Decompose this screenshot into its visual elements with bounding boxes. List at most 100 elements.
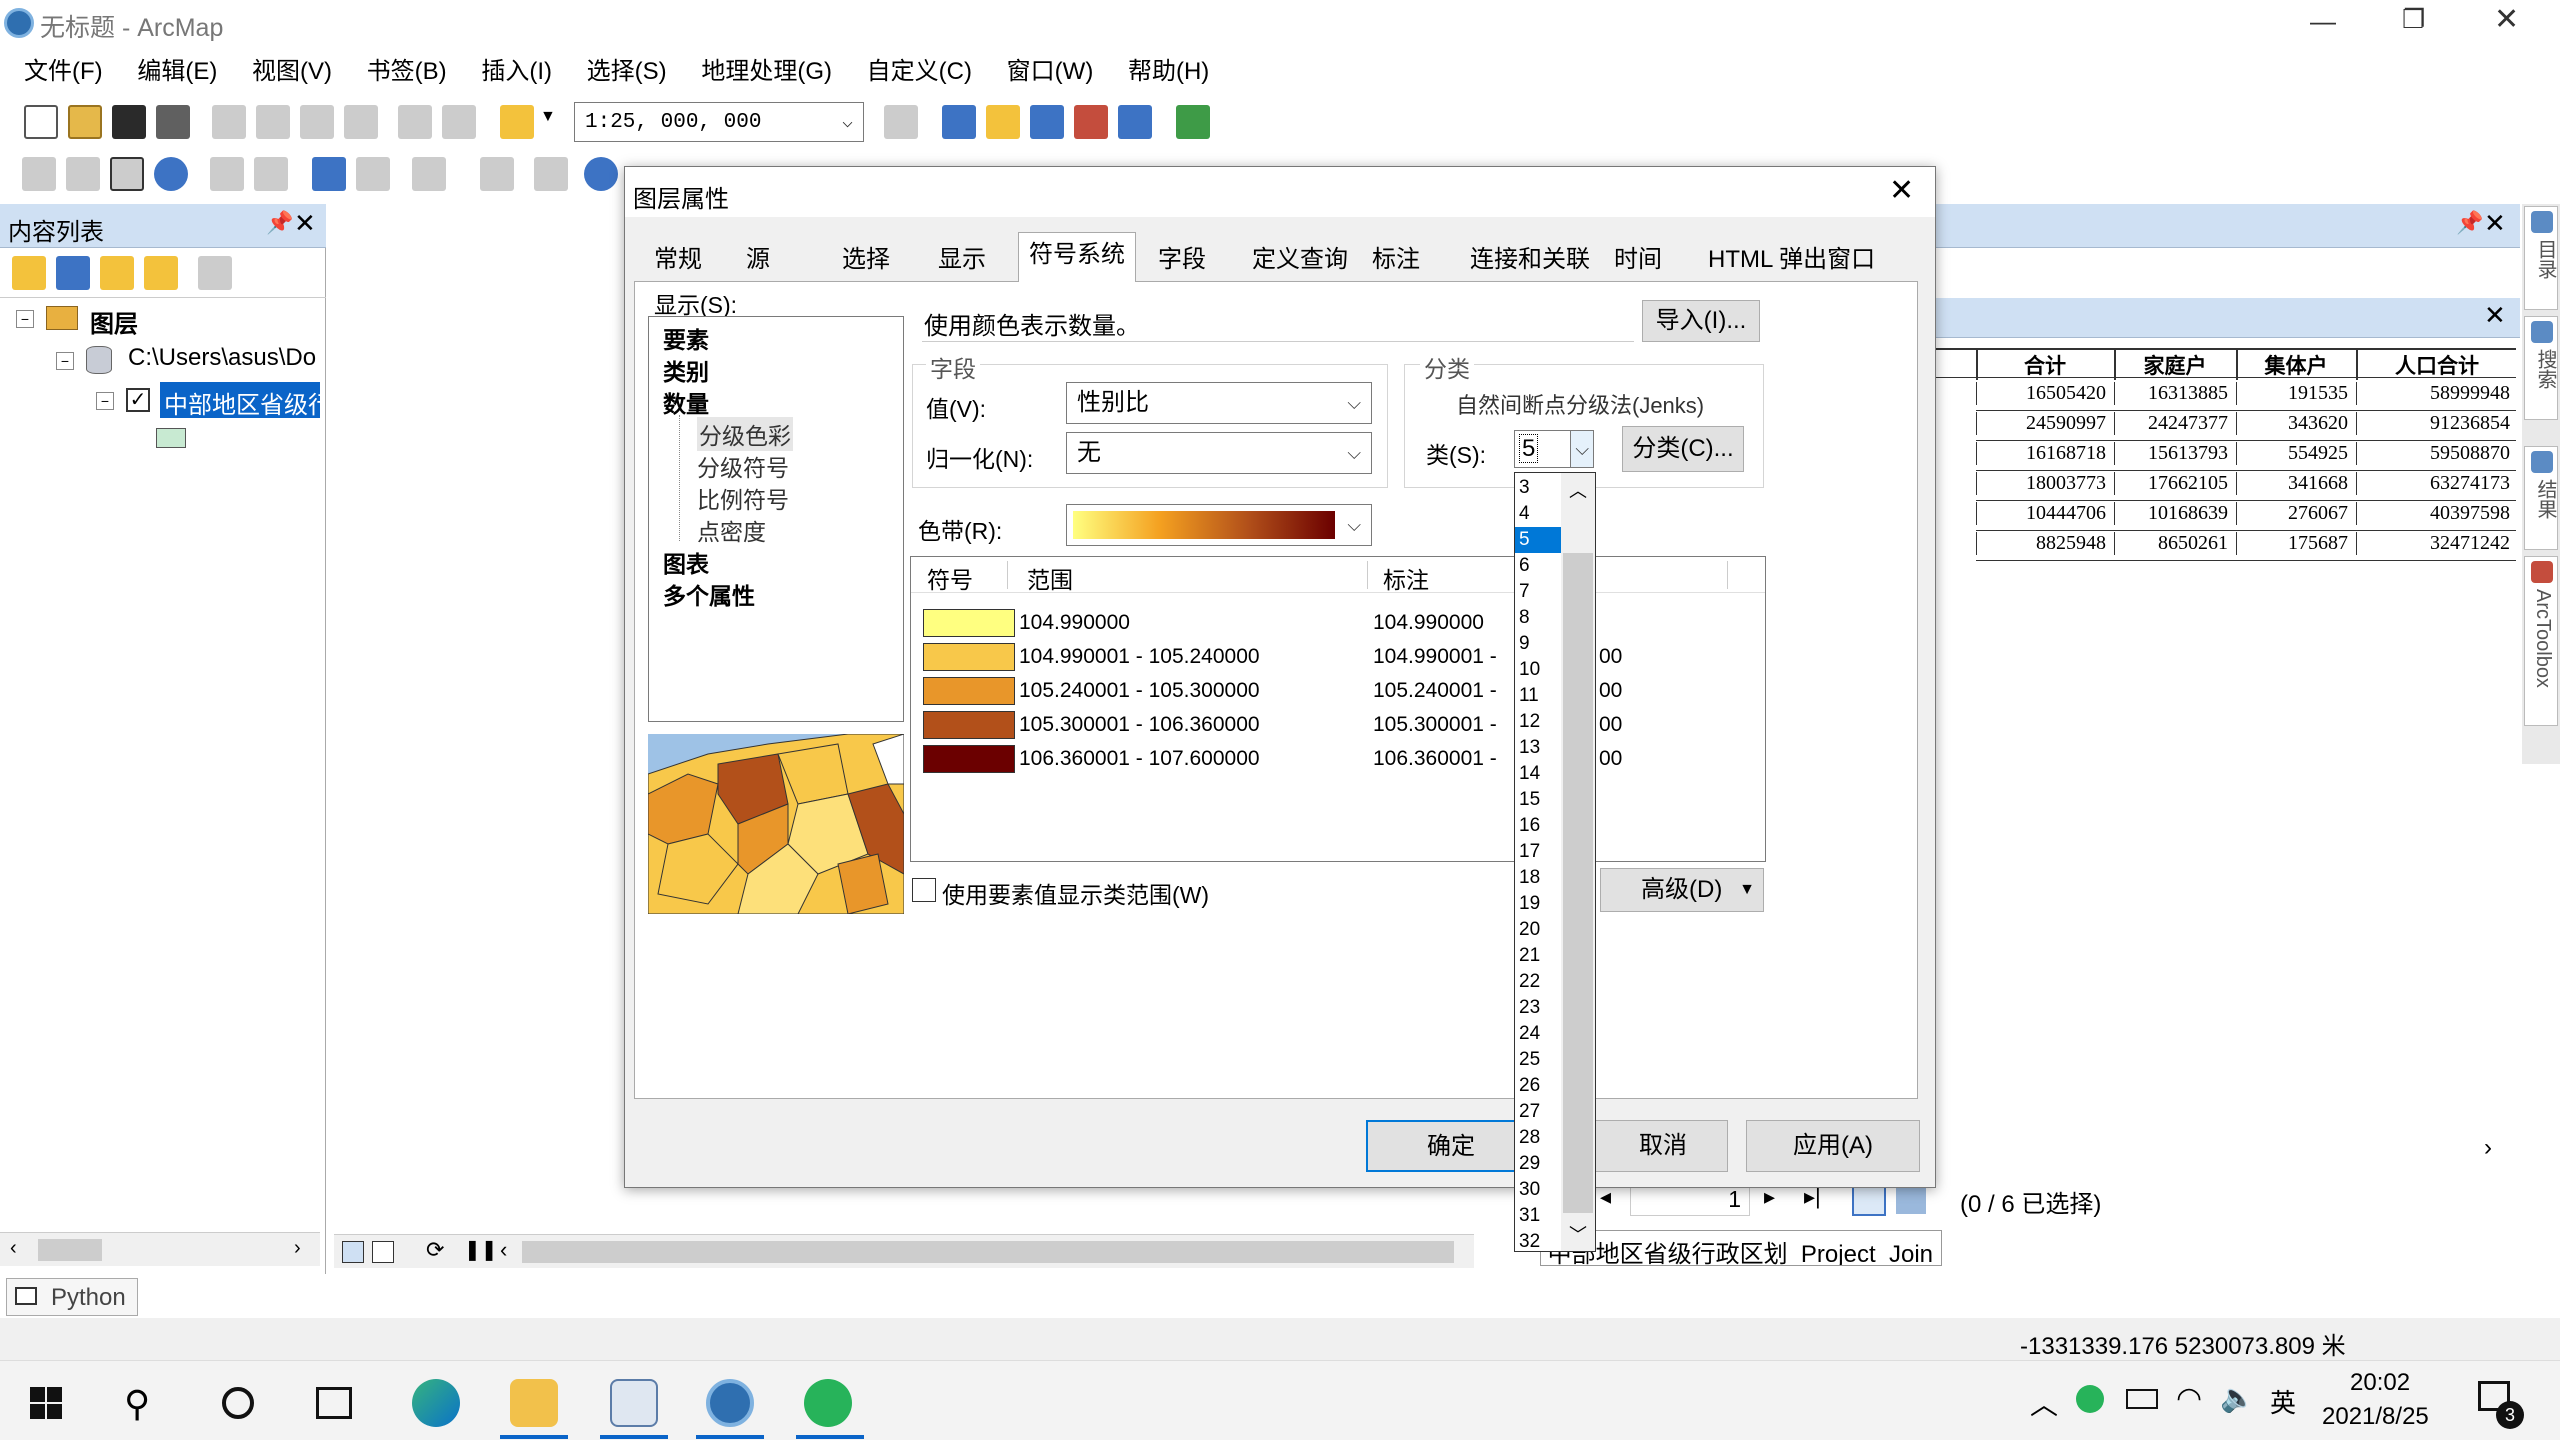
ime-indicator[interactable]: 英 bbox=[2270, 1383, 2296, 1420]
column-header[interactable]: 合计 bbox=[1976, 350, 2112, 380]
class-symbol-swatch[interactable] bbox=[923, 609, 1015, 637]
dropdown-option[interactable]: 25 bbox=[1515, 1047, 1561, 1073]
tree-multiple-attributes[interactable]: 多个属性 bbox=[663, 577, 755, 611]
renderer-tree[interactable]: 要素 类别 数量 分级色彩 分级符号 比例符号 点密度 图表 多个属性 bbox=[648, 316, 904, 722]
list-by-drawing-order-icon[interactable] bbox=[12, 256, 46, 290]
wechat-tray-icon[interactable] bbox=[2076, 1385, 2104, 1413]
close-icon[interactable]: ✕ bbox=[294, 208, 316, 239]
dropdown-option[interactable]: 12 bbox=[1515, 709, 1561, 735]
tree-dot-density[interactable]: 点密度 bbox=[697, 513, 766, 547]
restore-button[interactable]: ❐ bbox=[2402, 4, 2425, 35]
dropdown-option[interactable]: 30 bbox=[1515, 1177, 1561, 1203]
apply-button[interactable]: 应用(A) bbox=[1746, 1120, 1920, 1172]
scroll-thumb[interactable] bbox=[38, 1239, 102, 1261]
dropdown-option[interactable]: 18 bbox=[1515, 865, 1561, 891]
expand-icon[interactable]: − bbox=[96, 392, 114, 410]
dropdown-option[interactable]: 9 bbox=[1515, 631, 1561, 657]
arcmap-taskbar-icon[interactable] bbox=[706, 1379, 754, 1427]
pin-icon[interactable]: 📌 bbox=[2456, 210, 2483, 236]
save-icon[interactable] bbox=[112, 105, 146, 139]
table-cell[interactable]: 59508870 bbox=[2356, 442, 2510, 465]
results-dock-tab[interactable]: 结果 bbox=[2524, 446, 2558, 550]
minimize-button[interactable]: — bbox=[2310, 6, 2336, 37]
dropdown-scroll-thumb[interactable] bbox=[1563, 553, 1593, 1213]
advanced-button[interactable]: 高级(D) ▼ bbox=[1600, 868, 1764, 912]
tab-labels[interactable]: 标注 bbox=[1362, 238, 1430, 282]
identify-icon[interactable] bbox=[584, 157, 618, 191]
list-by-source-icon[interactable] bbox=[56, 256, 90, 290]
dropdown-option[interactable]: 28 bbox=[1515, 1125, 1561, 1151]
dropdown-option[interactable]: 22 bbox=[1515, 969, 1561, 995]
edge-browser-icon[interactable] bbox=[412, 1379, 460, 1427]
class-range[interactable]: 105.240001 - 105.300000 bbox=[1019, 679, 1260, 703]
battery-icon[interactable] bbox=[2126, 1389, 2158, 1409]
zoom-in-icon[interactable] bbox=[22, 157, 56, 191]
map-scroll-thumb[interactable] bbox=[522, 1241, 1454, 1263]
select-elements-icon[interactable] bbox=[534, 157, 568, 191]
menu-windows[interactable]: 窗口(W) bbox=[1007, 58, 1094, 85]
table-cell[interactable]: 8825948 bbox=[1976, 532, 2106, 555]
header-range[interactable]: 范围 bbox=[1027, 561, 1073, 595]
editor-icon[interactable] bbox=[884, 105, 918, 139]
dropdown-option[interactable]: 27 bbox=[1515, 1099, 1561, 1125]
list-by-visibility-icon[interactable] bbox=[100, 256, 134, 290]
catalog-window-icon[interactable] bbox=[986, 105, 1020, 139]
dropdown-option[interactable]: 14 bbox=[1515, 761, 1561, 787]
python-window-icon[interactable] bbox=[1118, 105, 1152, 139]
layer-name[interactable]: 中部地区省级行 bbox=[160, 382, 320, 418]
ok-button[interactable]: 确定 bbox=[1366, 1120, 1536, 1172]
wechat-icon[interactable] bbox=[804, 1379, 852, 1427]
dropdown-option[interactable]: 17 bbox=[1515, 839, 1561, 865]
tree-charts[interactable]: 图表 bbox=[663, 545, 709, 579]
table-cell[interactable]: 191535 bbox=[2236, 382, 2348, 405]
close-icon[interactable]: ✕ bbox=[2484, 300, 2506, 331]
arctoolbox-icon[interactable] bbox=[1074, 105, 1108, 139]
clock-date[interactable]: 2021/8/25 bbox=[2322, 1403, 2429, 1431]
pause-drawing-icon[interactable]: ❚❚ bbox=[464, 1237, 498, 1262]
table-cell[interactable]: 16168718 bbox=[1976, 442, 2106, 465]
forward-extent-icon[interactable] bbox=[356, 157, 390, 191]
add-data-dropdown-icon[interactable]: ▼ bbox=[540, 108, 556, 126]
paste-icon[interactable] bbox=[300, 105, 334, 139]
menu-file[interactable]: 文件(F) bbox=[24, 58, 103, 85]
dropdown-option[interactable]: 32 bbox=[1515, 1229, 1561, 1255]
dropdown-scrollbar[interactable]: ︿ ﹀ bbox=[1561, 473, 1595, 1251]
windows-start-icon[interactable] bbox=[30, 1387, 62, 1419]
wifi-icon[interactable]: ◠ bbox=[2176, 1381, 2202, 1416]
expand-icon[interactable]: − bbox=[56, 352, 74, 370]
menu-bookmarks[interactable]: 书签(B) bbox=[367, 58, 447, 85]
dropdown-option[interactable]: 3 bbox=[1515, 475, 1561, 501]
dropdown-option[interactable]: 6 bbox=[1515, 553, 1561, 579]
class-label[interactable]: 105.240001 - bbox=[1373, 679, 1497, 703]
table-tab[interactable]: 中部地区省级行政区划_Project_Join bbox=[1540, 1230, 1942, 1266]
table-cell[interactable]: 16505420 bbox=[1976, 382, 2106, 405]
expand-icon[interactable]: − bbox=[16, 310, 34, 328]
show-hidden-icons[interactable]: ︿ bbox=[2030, 1383, 2058, 1423]
list-by-selection-icon[interactable] bbox=[144, 256, 178, 290]
full-extent-icon[interactable] bbox=[154, 157, 188, 191]
data-view-icon[interactable] bbox=[342, 1241, 364, 1263]
tab-time[interactable]: 时间 bbox=[1604, 238, 1672, 282]
tree-features[interactable]: 要素 bbox=[663, 321, 709, 355]
tree-graduated-colors[interactable]: 分级色彩 bbox=[697, 417, 793, 451]
classes-dropdown-list[interactable]: 3 4 5 6 7 8 9 10 11 12 13 14 15 16 17 18 19 20 21 22 23 24 25 2… bbox=[1514, 472, 1596, 1252]
tab-general[interactable]: 常规 bbox=[644, 238, 712, 282]
show-values-checkbox[interactable] bbox=[912, 878, 936, 902]
data-source-path[interactable]: C:\Users\asus\Do bbox=[128, 344, 316, 372]
print-icon[interactable] bbox=[156, 105, 190, 139]
cut-icon[interactable] bbox=[212, 105, 246, 139]
catalog-dock-tab[interactable]: 目录 bbox=[2524, 206, 2558, 310]
layers-root-label[interactable]: 图层 bbox=[90, 304, 138, 339]
table-cell[interactable]: 10444706 bbox=[1976, 502, 2106, 525]
dropdown-option[interactable]: 13 bbox=[1515, 735, 1561, 761]
tree-graduated-symbols[interactable]: 分级符号 bbox=[697, 449, 789, 483]
column-header[interactable]: 人口合计 bbox=[2356, 350, 2516, 380]
class-symbol-swatch[interactable] bbox=[923, 745, 1015, 773]
tab-definition-query[interactable]: 定义查询 bbox=[1242, 238, 1358, 282]
scroll-left-icon[interactable]: ‹ bbox=[10, 1237, 17, 1260]
toc-horizontal-scrollbar[interactable]: ‹ › bbox=[0, 1232, 320, 1266]
back-extent-icon[interactable] bbox=[312, 157, 346, 191]
dropdown-option[interactable]: 5 bbox=[1515, 527, 1561, 553]
search-window-icon[interactable] bbox=[1030, 105, 1064, 139]
table-cell[interactable]: 10168639 bbox=[2114, 502, 2228, 525]
